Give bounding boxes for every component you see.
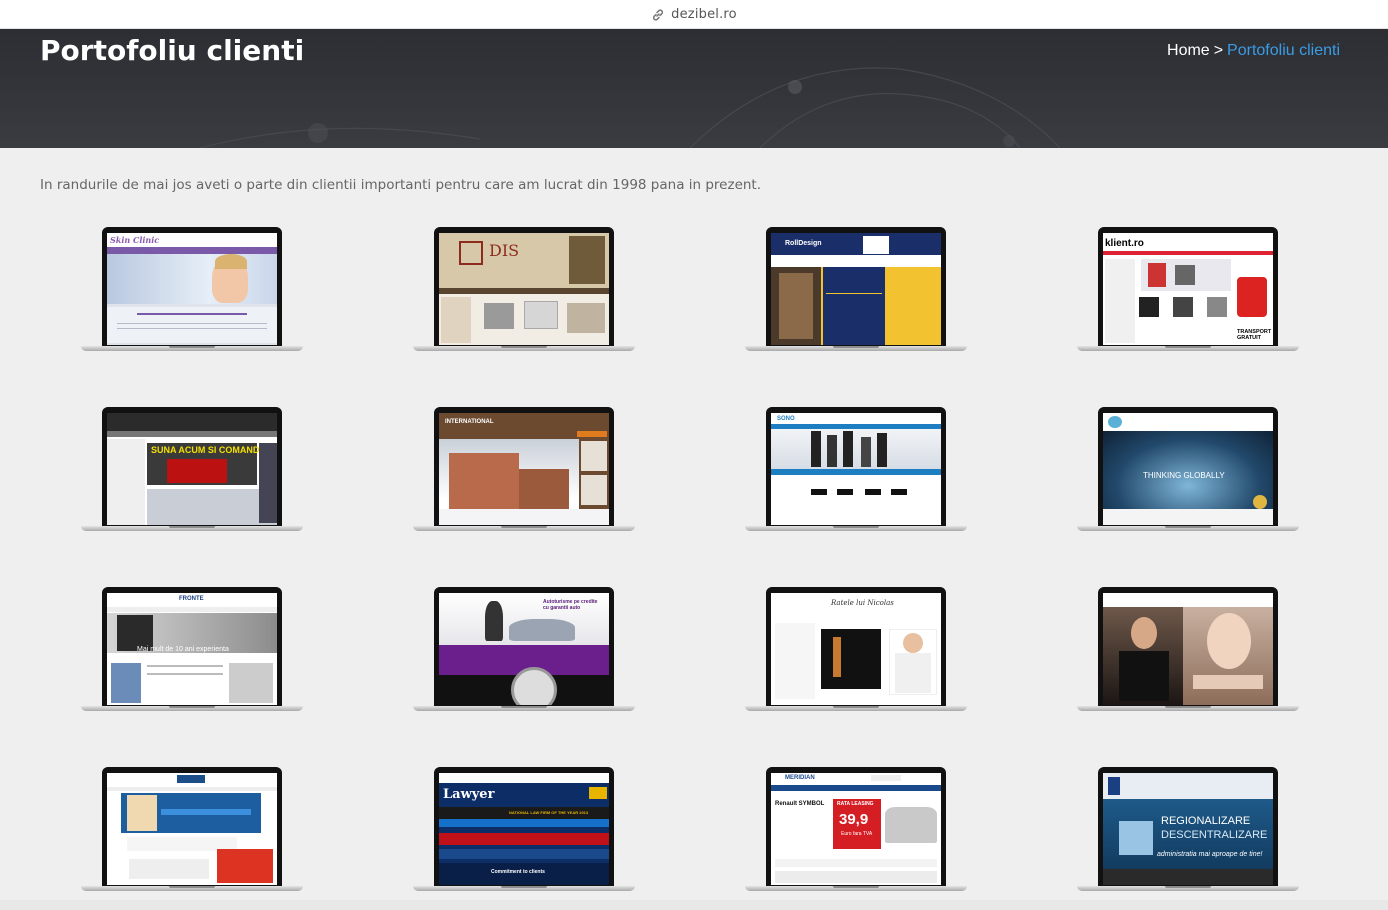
- portfolio-item-ratele-lui-nicolas[interactable]: Ratele lui Nicolas: [745, 587, 967, 713]
- portfolio-item-auto-parts[interactable]: SUNA ACUM SI COMANDA: [81, 407, 303, 533]
- shipping-badge: TRANSPORT GRATUIT: [1237, 329, 1272, 341]
- regionalizare-sub: DESCENTRALIZARE: [1161, 829, 1268, 841]
- car-model: Renault SYMBOL: [775, 801, 825, 807]
- portfolio-item-label: RollDesign: [785, 240, 822, 247]
- portfolio-item-portal[interactable]: [81, 767, 303, 893]
- lease-price-note: Euro fara TVA: [841, 831, 873, 837]
- portfolio-item-label: REGIONALIZARE: [1161, 815, 1251, 827]
- portfolio-item-lawyer[interactable]: Lawyer NATIONAL LAW FIRM OF THE YEAR 201…: [413, 767, 635, 893]
- portfolio-item-label: INTERNATIONAL: [445, 419, 494, 425]
- portfolio-item-thinking-globally[interactable]: THINKING GLOBALLY: [1077, 407, 1299, 533]
- portfolio-grid: Skin Clinic DIS RollDesign klient.ro TRA…: [0, 0, 1388, 910]
- portfolio-item-sono[interactable]: SONO: [745, 407, 967, 533]
- portfolio-item-label: SONO: [777, 416, 795, 422]
- fronte-slogan: Mai mult de 10 ani experienta: [137, 646, 229, 653]
- portfolio-item-fronte[interactable]: FRONTE Mai mult de 10 ani experienta: [81, 587, 303, 713]
- portfolio-item-skin-clinic[interactable]: Skin Clinic: [81, 227, 303, 353]
- portfolio-item-label: Ratele lui Nicolas: [831, 599, 894, 607]
- regionalizare-tagline: administratia mai aproape de tine!: [1157, 851, 1263, 858]
- lease-price: 39,9: [839, 811, 869, 828]
- portfolio-item-label: klient.ro: [1105, 238, 1144, 249]
- portfolio-item-label: DIS: [489, 241, 520, 260]
- page-bottom-edge: [0, 900, 1388, 910]
- portfolio-item-label: Lawyer: [443, 787, 495, 802]
- portfolio-item-meridian[interactable]: MERIDIAN Renault SYMBOL RATA LEASING 39,…: [745, 767, 967, 893]
- portfolio-item-label: MERIDIAN: [785, 775, 815, 781]
- portfolio-item-auto-credit[interactable]: Autoturisme pe credite cu garantii auto: [413, 587, 635, 713]
- portfolio-item-rolldesign[interactable]: RollDesign: [745, 227, 967, 353]
- lawyer-footer: Commitment to clients: [491, 869, 545, 875]
- lease-promo: RATA LEASING: [837, 801, 874, 807]
- portfolio-item-label: Skin Clinic: [110, 235, 160, 245]
- portfolio-item-dis[interactable]: DIS: [413, 227, 635, 353]
- portfolio-item-label: Autoturisme pe credite cu garantii auto: [543, 599, 598, 611]
- lawyer-award: NATIONAL LAW FIRM OF THE YEAR 2013: [509, 810, 589, 815]
- portfolio-item-label: SUNA ACUM SI COMANDA: [151, 445, 266, 455]
- portfolio-item-klient[interactable]: klient.ro TRANSPORT GRATUIT: [1077, 227, 1299, 353]
- portfolio-item-portraits[interactable]: [1077, 587, 1299, 713]
- portfolio-item-label: FRONTE: [179, 596, 204, 602]
- portfolio-item-international-hotel[interactable]: INTERNATIONAL: [413, 407, 635, 533]
- portfolio-item-regionalizare[interactable]: REGIONALIZARE DESCENTRALIZARE administra…: [1077, 767, 1299, 893]
- portfolio-item-label: THINKING GLOBALLY: [1143, 471, 1225, 480]
